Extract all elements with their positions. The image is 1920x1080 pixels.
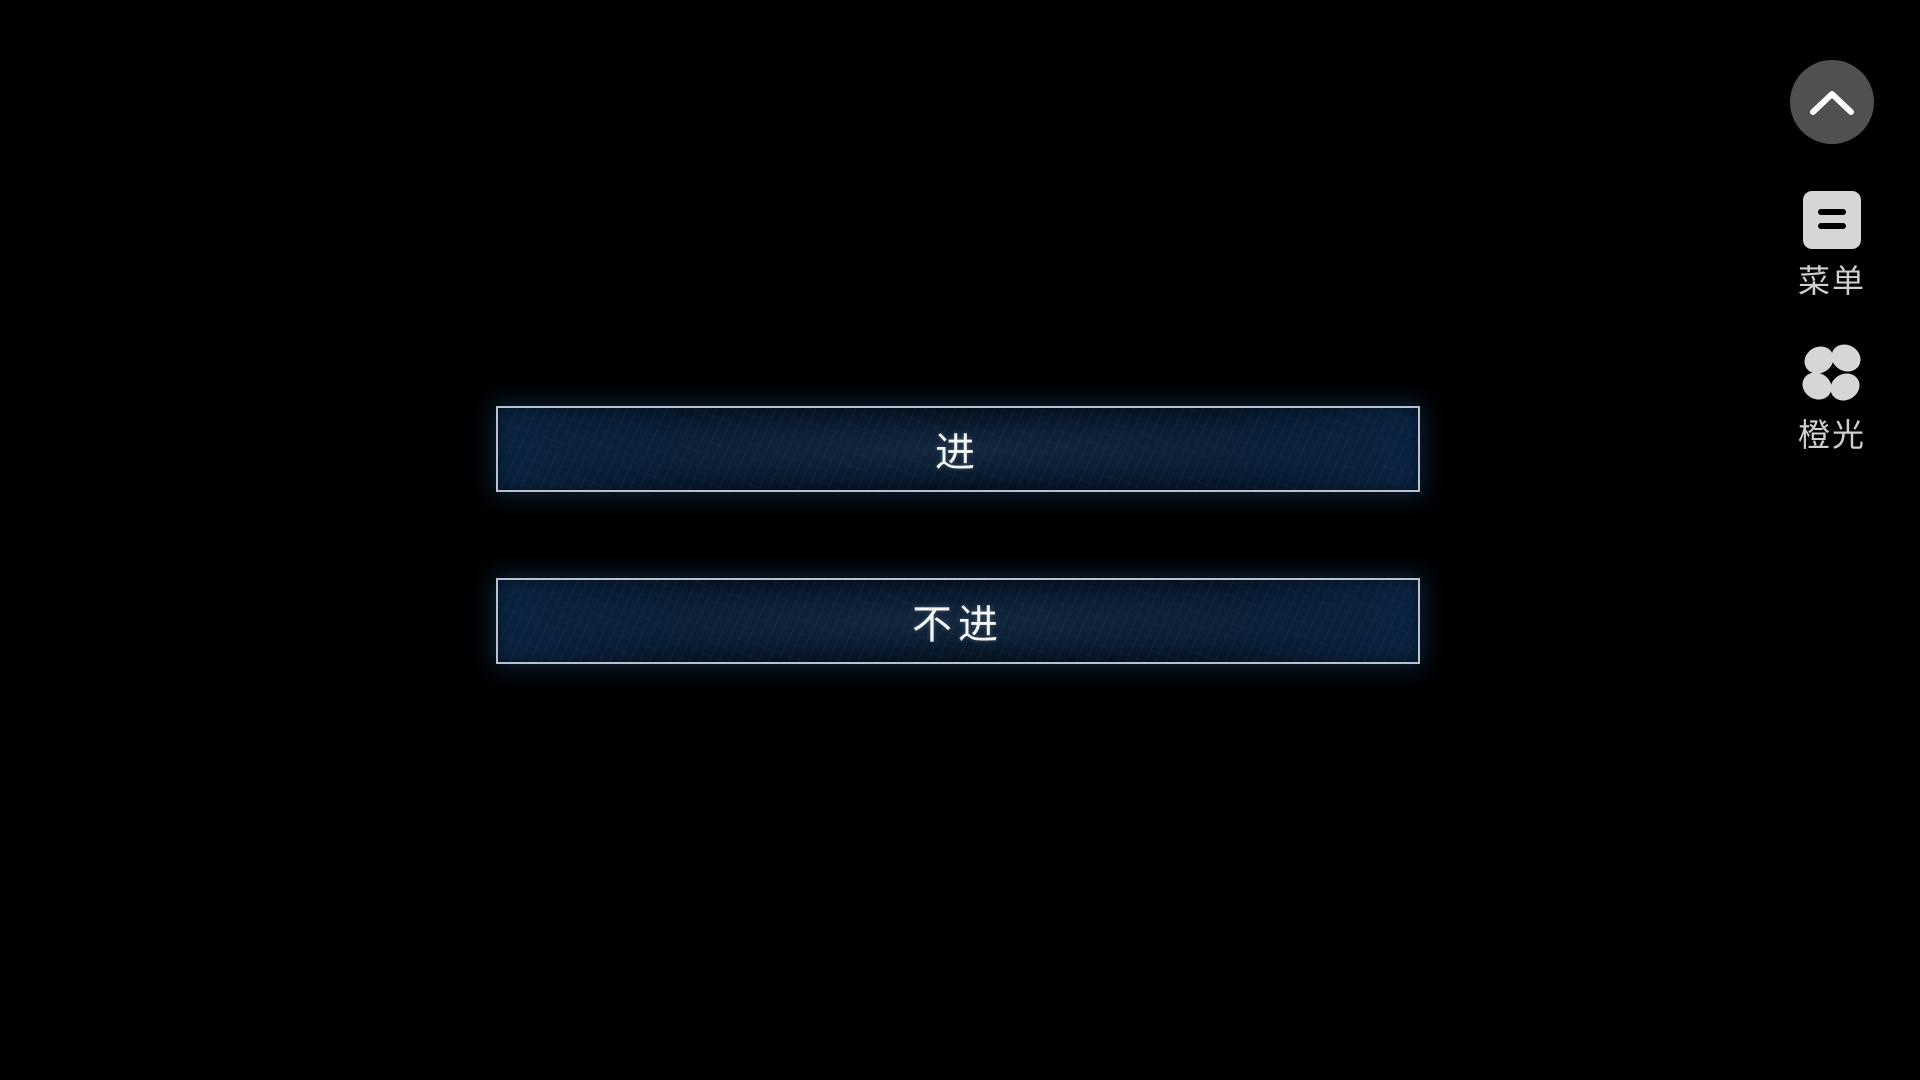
- orange-light-label: 橙光: [1797, 416, 1866, 454]
- side-toolbar: 菜单 橙光: [1780, 60, 1884, 456]
- petal-logo-icon: [1797, 340, 1867, 406]
- collapse-toolbar-button[interactable]: [1790, 60, 1874, 144]
- menu-label: 菜单: [1797, 262, 1866, 300]
- clipboard-menu-icon: [1797, 186, 1867, 252]
- choice-label: 不进: [912, 602, 1004, 648]
- choice-list: 进 不进: [496, 406, 1420, 664]
- choice-button-not-enter[interactable]: 不进: [496, 578, 1420, 664]
- game-stage: 进 不进 菜单 橙光: [0, 0, 1920, 1080]
- orange-light-button[interactable]: 橙光: [1797, 340, 1867, 456]
- chevron-up-icon: [1810, 91, 1854, 115]
- menu-button[interactable]: 菜单: [1797, 186, 1867, 302]
- choice-label: 进: [935, 430, 981, 476]
- choice-button-enter[interactable]: 进: [496, 406, 1420, 492]
